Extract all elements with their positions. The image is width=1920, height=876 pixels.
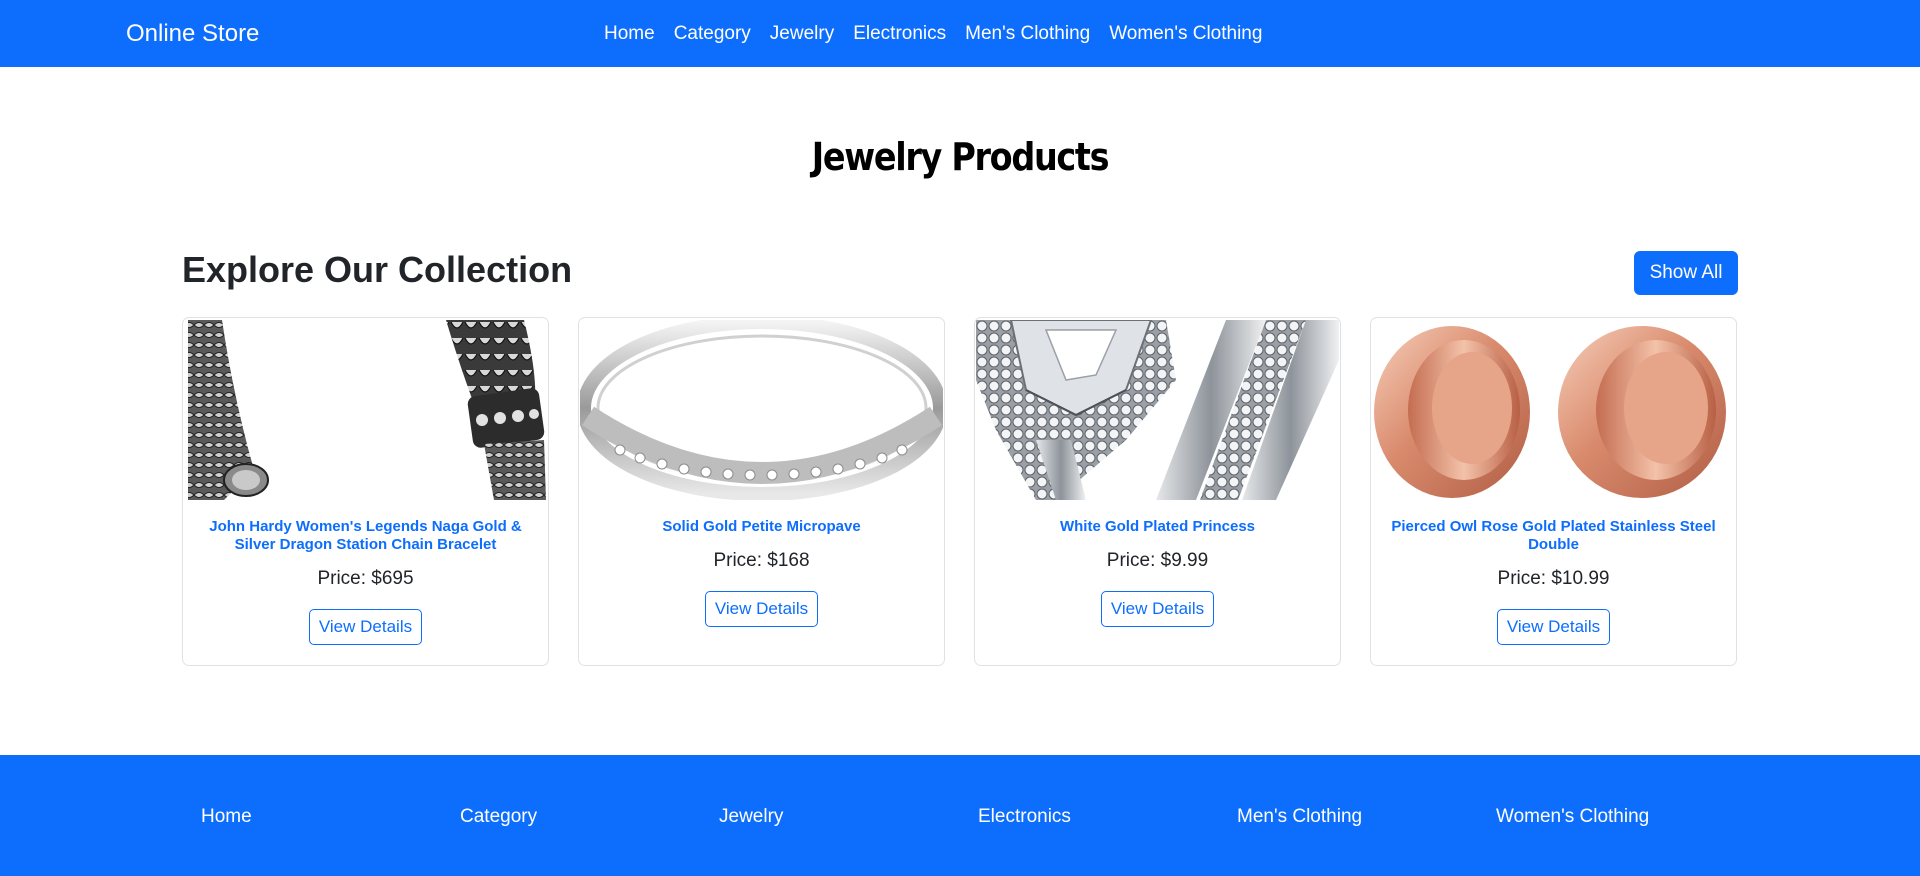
footer-link-home[interactable]: Home <box>201 805 460 829</box>
product-image-chain-bracelet[interactable] <box>184 320 547 500</box>
page-title: Jewelry Products <box>811 135 1110 179</box>
product-price: Price: $695 <box>317 568 414 589</box>
nav-link-mens-clothing[interactable]: Men's Clothing <box>965 22 1090 46</box>
product-image-diamond-ring[interactable] <box>976 320 1339 500</box>
product-image-silver-ring[interactable] <box>580 320 943 500</box>
view-details-button[interactable]: View Details <box>705 591 818 627</box>
view-details-button[interactable]: View Details <box>1101 591 1214 627</box>
product-grid: John Hardy Women's Legends Naga Gold & S… <box>182 317 1737 666</box>
product-image-rose-gold-plugs[interactable] <box>1372 320 1735 500</box>
footer-links: Home Category Jewelry Electronics Men's … <box>201 805 1755 829</box>
nav-link-home[interactable]: Home <box>604 22 655 46</box>
footer-link-mens-clothing[interactable]: Men's Clothing <box>1237 805 1496 829</box>
product-price: Price: $168 <box>713 550 810 571</box>
product-title[interactable]: White Gold Plated Princess <box>988 518 1328 536</box>
nav-links: Home Category Jewelry Electronics Men's … <box>604 22 1262 46</box>
footer: Home Category Jewelry Electronics Men's … <box>0 755 1920 876</box>
nav-link-electronics[interactable]: Electronics <box>853 22 946 46</box>
footer-link-category[interactable]: Category <box>460 805 719 829</box>
product-card: John Hardy Women's Legends Naga Gold & S… <box>182 317 549 666</box>
chain-bracelet-image <box>184 320 547 500</box>
brand-logo-link[interactable]: Online Store <box>126 20 259 48</box>
product-title[interactable]: Solid Gold Petite Micropave <box>592 518 932 536</box>
product-card: Solid Gold Petite Micropave Price: $168 … <box>578 317 945 666</box>
nav-link-womens-clothing[interactable]: Women's Clothing <box>1109 22 1262 46</box>
footer-link-electronics[interactable]: Electronics <box>978 805 1237 829</box>
product-price: Price: $9.99 <box>1106 550 1209 571</box>
silver-ring-image <box>580 320 943 500</box>
product-card: Pierced Owl Rose Gold Plated Stainless S… <box>1370 317 1737 666</box>
product-title[interactable]: John Hardy Women's Legends Naga Gold & S… <box>196 518 536 554</box>
nav-link-category[interactable]: Category <box>674 22 751 46</box>
view-details-button[interactable]: View Details <box>1497 609 1610 645</box>
rose-gold-plugs-image <box>1372 320 1735 500</box>
footer-link-womens-clothing[interactable]: Women's Clothing <box>1496 805 1755 829</box>
footer-link-jewelry[interactable]: Jewelry <box>719 805 978 829</box>
diamond-ring-image <box>976 320 1339 500</box>
product-price: Price: $10.99 <box>1497 568 1610 589</box>
show-all-button[interactable]: Show All <box>1634 251 1738 295</box>
top-navbar: Online Store Home Category Jewelry Elect… <box>0 0 1920 67</box>
section-title: Explore Our Collection <box>182 249 573 290</box>
view-details-button[interactable]: View Details <box>309 609 422 645</box>
product-card: White Gold Plated Princess Price: $9.99 … <box>974 317 1341 666</box>
product-title[interactable]: Pierced Owl Rose Gold Plated Stainless S… <box>1384 518 1724 554</box>
nav-link-jewelry[interactable]: Jewelry <box>770 22 834 46</box>
